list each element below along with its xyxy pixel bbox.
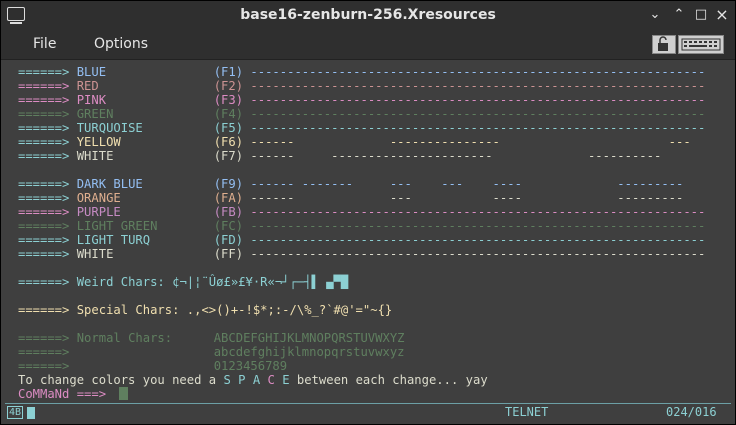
color-row-light-green: ======> LIGHT GREEN (FC) ----------------…	[18, 219, 706, 233]
status-block	[27, 407, 35, 419]
window-title: base16-zenburn-256.Xresources	[240, 7, 496, 23]
color-row-pink: ======> PINK (F3) -----------------------…	[18, 93, 706, 107]
color-row-dark-blue: ======> DARK BLUE (F9) ------ ------- ---…	[18, 177, 684, 191]
color-row-purple: ======> PURPLE (FB) ---------------------…	[18, 205, 706, 219]
color-row-yellow: ======> YELLOW (F6) ------ --------------…	[18, 135, 691, 149]
status-bar: 4B TELNET 024/016	[5, 403, 731, 422]
keyboard-icon	[681, 38, 721, 51]
color-row-white: ======> WHITE (F7) ------ ---------------…	[18, 149, 662, 163]
special-chars-row: ======> Special Chars: .,<>()+-!$*;:-/\%…	[18, 303, 393, 317]
status-mode: TELNET	[505, 405, 549, 419]
menu-file[interactable]: File	[33, 36, 56, 52]
text-cursor	[119, 387, 129, 400]
color-row-white-ff: ======> WHITE (FF) ----------------------…	[18, 247, 706, 261]
color-row-blue: ======> BLUE (F1) -----------------------…	[18, 65, 706, 79]
normal-chars-row-upper: ======> Normal Chars: ABCDEFGHIJKLMNOPQRS…	[18, 331, 405, 345]
keyboard-button[interactable]	[678, 35, 724, 54]
terminal-window: base16-zenburn-256.Xresources ⌄ ⌃ □ × Fi…	[0, 0, 736, 425]
normal-chars-row-digits: ======> 0123456789	[18, 359, 288, 373]
command-prompt[interactable]: CoMMaNd ===>	[18, 387, 129, 401]
title-bar: base16-zenburn-256.Xresources ⌄ ⌃ □ ×	[1, 1, 735, 31]
minimize-button[interactable]: ⌄	[647, 7, 663, 23]
menu-bar: File Options	[1, 31, 735, 60]
normal-chars-row-lower: ======> abcdefghijklmnopqrstuvwxyz	[18, 345, 405, 359]
color-row-light-turq: ======> LIGHT TURQ (FD) -----------------…	[18, 233, 706, 247]
color-row-green: ======> GREEN (F4) ----------------------…	[18, 107, 706, 121]
change-colors-line: To change colors you need a S P A C E be…	[18, 373, 488, 387]
cursor-position: 024/016	[666, 405, 717, 419]
close-button[interactable]: ×	[714, 7, 730, 23]
status-indicator: 4B	[7, 406, 24, 419]
weird-chars-row: ======> Weird Chars: ¢¬|¦¨Ûø£»£¥·R«¬┘┌─┤…	[18, 275, 349, 289]
lock-icon	[658, 36, 668, 51]
menu-options[interactable]: Options	[94, 36, 148, 52]
maximize-button[interactable]: □	[693, 7, 709, 23]
color-row-turquoise: ======> TURQUOISE (F5) ------------------…	[18, 121, 706, 135]
color-row-orange: ======> ORANGE (FA) ------ --- ---- -----…	[18, 191, 684, 205]
terminal-screen[interactable]: ======> BLUE (F1) -----------------------…	[5, 60, 731, 402]
color-row-red: ======> RED (F2) ------------------------…	[18, 79, 706, 93]
restore-button[interactable]: ⌃	[671, 7, 687, 23]
lock-keyboard-button[interactable]	[652, 35, 676, 54]
